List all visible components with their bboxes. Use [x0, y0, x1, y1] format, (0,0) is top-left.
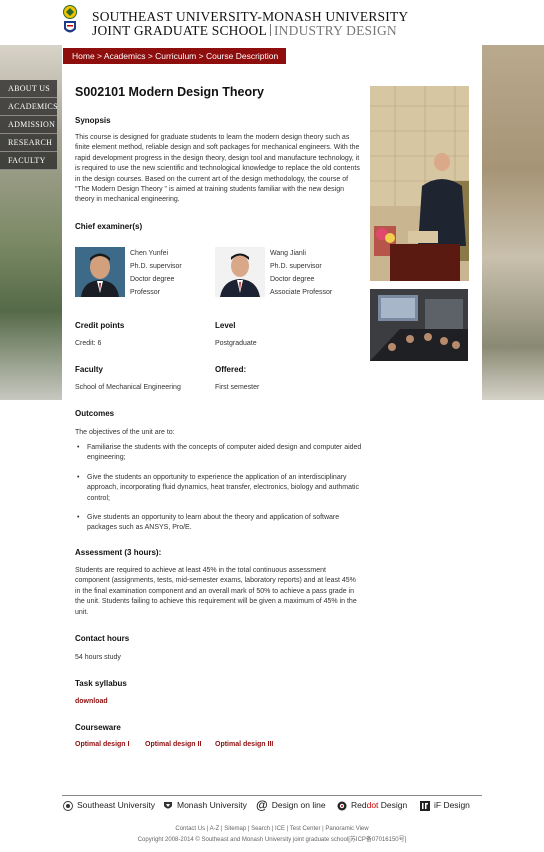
- assessment-heading: Assessment (3 hours):: [75, 548, 162, 557]
- southeast-logo-icon: [63, 800, 73, 811]
- footer-link-label: iF Design: [434, 800, 470, 810]
- courseware-link-2[interactable]: Optimal design II: [145, 741, 201, 748]
- at-sign-icon: @: [256, 797, 268, 812]
- nav-academics[interactable]: ACADEMICS: [0, 98, 58, 116]
- reddot-logo-icon: [337, 801, 347, 811]
- examiner-photo-chen: [75, 247, 125, 297]
- outcome-item: Give the students an opportunity to expe…: [75, 473, 365, 504]
- examiner-2-degree: Doctor degree: [270, 276, 315, 283]
- nav-research[interactable]: RESEARCH: [0, 134, 57, 152]
- footer-copyright: Copyright 2008-2014 © Southeast and Mona…: [137, 837, 407, 843]
- examiner-photo-wang: [215, 247, 265, 297]
- school-department: INDUSTRY DESIGN: [273, 23, 397, 38]
- level-value: Postgraduate: [215, 340, 257, 347]
- examiner-1-degree: Doctor degree: [130, 276, 175, 283]
- university-emblem-icon[interactable]: [62, 5, 78, 37]
- examiner-2-title: Associate Professor: [270, 289, 333, 296]
- offered-value: First semester: [215, 384, 260, 391]
- examiner-1-role: Ph.D. supervisor: [130, 263, 182, 270]
- school-name: JOINT GRADUATE SCHOOL: [92, 23, 267, 38]
- monash-shield-icon: [164, 801, 172, 809]
- outcomes-intro: The objectives of the unit are to:: [75, 429, 175, 436]
- assessment-text: Students are required to achieve at leas…: [75, 567, 357, 616]
- outcomes-heading: Outcomes: [75, 409, 115, 418]
- breadcrumb-home[interactable]: Home: [72, 51, 95, 61]
- page-title: S002101 Modern Design Theory: [75, 85, 264, 99]
- faculty-heading: Faculty: [75, 365, 104, 374]
- breadcrumb-current: Course Description: [205, 51, 279, 61]
- footer-divider: [62, 795, 482, 796]
- footer-link-label: Design on line: [271, 800, 326, 810]
- outcome-item: Familiarise the students with the concep…: [75, 443, 365, 464]
- courseware-heading: Courseware: [75, 723, 121, 732]
- footer-link-design-online[interactable]: @ Design on line: [256, 798, 326, 812]
- examiner-1-title: Professor: [130, 289, 160, 296]
- breadcrumb-separator: >: [145, 51, 156, 61]
- footer-utility-links[interactable]: Contact Us | A-Z | Sitemap | Search | IC…: [0, 826, 544, 832]
- classroom-photo: [370, 289, 468, 361]
- reddot-red-text: dot: [366, 800, 379, 810]
- nav-faculty[interactable]: FACULTY: [0, 152, 57, 170]
- courseware-link-3[interactable]: Optimal design III: [215, 741, 273, 748]
- level-heading: Level: [215, 321, 236, 330]
- footer-link-label: Southeast University: [77, 800, 155, 810]
- breadcrumb: Home > Academics > Curriculum > Course D…: [63, 48, 287, 64]
- background-photo-right: [482, 45, 544, 400]
- nav-admission[interactable]: ADMISSION: [0, 116, 57, 134]
- school-title-line-2: JOINT GRADUATE SCHOOL INDUSTRY DESIGN: [92, 23, 397, 39]
- site-header: SOUTHEAST UNIVERSITY-MONASH UNIVERSITY J…: [0, 0, 544, 45]
- breadcrumb-separator: >: [196, 51, 206, 61]
- examiner-1-name: Chen Yunfei: [130, 250, 169, 257]
- breadcrumb-curriculum[interactable]: Curriculum: [155, 51, 196, 61]
- if-design-logo-icon: [420, 800, 430, 811]
- credit-heading: Credit points: [75, 321, 125, 330]
- footer-link-if-design[interactable]: iF Design: [420, 798, 470, 812]
- breadcrumb-separator: >: [94, 51, 104, 61]
- footer-link-southeast[interactable]: Southeast University: [63, 798, 155, 812]
- footer-link-reddot[interactable]: Reddot Design: [337, 798, 407, 812]
- faculty-value: School of Mechanical Engineering: [75, 384, 181, 391]
- nav-about-us[interactable]: ABOUT US: [0, 80, 57, 98]
- offered-heading: Offered:: [215, 365, 247, 374]
- footer-link-label: Design: [380, 800, 408, 810]
- task-syllabus-heading: Task syllabus: [75, 679, 127, 688]
- title-separator: [269, 24, 271, 36]
- reddot-prefix: Red: [351, 800, 367, 810]
- footer-link-monash[interactable]: Monash University: [163, 798, 247, 812]
- courseware-link-1[interactable]: Optimal design I: [75, 741, 129, 748]
- examiner-2-role: Ph.D. supervisor: [270, 263, 322, 270]
- breadcrumb-academics[interactable]: Academics: [104, 51, 146, 61]
- contact-hours-heading: Contact hours: [75, 634, 130, 643]
- credit-value: Credit: 6: [75, 340, 102, 347]
- outcome-item: Give students an opportunity to learn ab…: [75, 513, 365, 534]
- examiner-2-name: Wang Jianli: [270, 250, 306, 257]
- examiner-heading: Chief examiner(s): [75, 222, 143, 231]
- footer-link-label: Monash University: [177, 800, 247, 810]
- contact-hours-value: 54 hours study: [75, 654, 121, 661]
- outcomes-list: Familiarise the students with the concep…: [75, 443, 365, 543]
- synopsis-heading: Synopsis: [75, 116, 111, 125]
- synopsis-text: This course is designed for graduate stu…: [75, 134, 360, 204]
- side-navigation: ABOUT US ACADEMICS ADMISSION RESEARCH FA…: [0, 80, 58, 170]
- syllabus-download-link[interactable]: download: [75, 698, 108, 705]
- lecture-photo: [370, 86, 469, 281]
